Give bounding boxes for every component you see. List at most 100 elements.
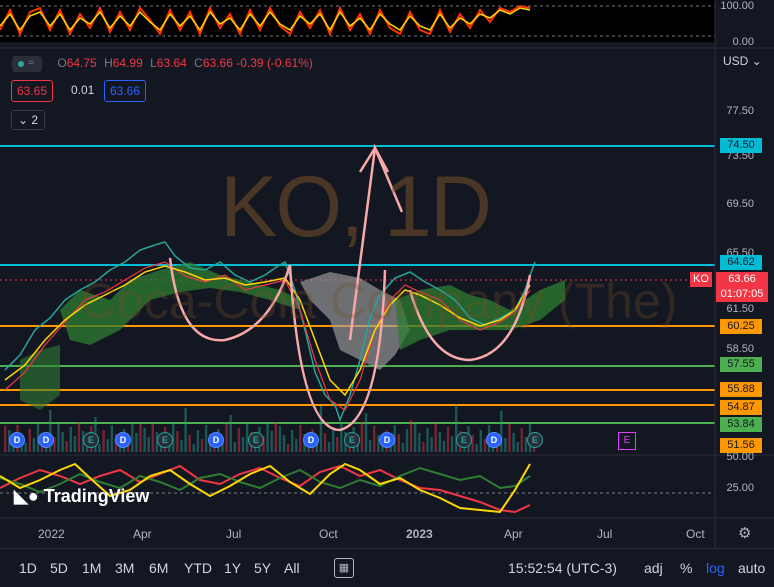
top-oscillator-pane bbox=[0, 0, 715, 42]
volume-bar bbox=[332, 428, 335, 452]
volume-bar bbox=[24, 443, 27, 452]
dividend-event-icon[interactable]: D bbox=[38, 432, 54, 448]
volume-bar bbox=[32, 438, 36, 452]
indicators-collapse-button[interactable]: ⌄ 2 bbox=[11, 110, 45, 130]
chevron-down-icon: ⌄ bbox=[17, 113, 29, 127]
volume-bar bbox=[430, 437, 433, 452]
visibility-toggle[interactable]: ≈ bbox=[12, 56, 42, 72]
level-tag: 53.84 bbox=[720, 417, 762, 432]
future-earnings-event-icon[interactable]: E bbox=[618, 432, 636, 450]
earnings-event-icon[interactable]: E bbox=[248, 432, 264, 448]
timeframe-1m[interactable]: 1M bbox=[82, 560, 101, 576]
volume-bar bbox=[278, 426, 282, 452]
level-tag: 60.25 bbox=[720, 319, 762, 334]
volume-bar bbox=[426, 428, 429, 452]
x-axis-label: Oct bbox=[686, 527, 705, 541]
volume-bar bbox=[4, 426, 7, 452]
timeframe-3m[interactable]: 3M bbox=[115, 560, 134, 576]
volume-bar bbox=[106, 439, 109, 452]
level-tag: 55.88 bbox=[720, 382, 762, 397]
dividend-event-icon[interactable]: D bbox=[379, 432, 395, 448]
settings-gear-icon[interactable]: ⚙ bbox=[738, 524, 751, 542]
volume-bar bbox=[282, 435, 286, 452]
volume-bar bbox=[446, 427, 450, 452]
volume-bar bbox=[196, 430, 200, 452]
volume-bar bbox=[323, 433, 327, 452]
volume-bar bbox=[110, 425, 113, 452]
high-label: H bbox=[104, 56, 113, 71]
x-axis-label: Jul bbox=[226, 527, 242, 541]
dividend-event-icon[interactable]: D bbox=[208, 432, 224, 448]
volume-bar bbox=[28, 429, 31, 452]
symbol-tag: KO bbox=[690, 272, 712, 287]
price-axis-label: 69.50 bbox=[726, 198, 754, 210]
volume-bar bbox=[397, 434, 400, 452]
chevron-down-icon: ⌄ bbox=[751, 54, 762, 68]
volume-bar bbox=[516, 442, 519, 452]
volume-bar bbox=[422, 442, 425, 452]
level-tag: 51.56 bbox=[720, 438, 762, 453]
volume-bar bbox=[274, 422, 277, 452]
volume-bar bbox=[139, 424, 142, 452]
timeframe-6m[interactable]: 6M bbox=[149, 560, 168, 576]
dividend-event-icon[interactable]: D bbox=[115, 432, 131, 448]
dividend-event-icon[interactable]: D bbox=[303, 432, 319, 448]
volume-bar bbox=[180, 440, 183, 452]
volume-bar bbox=[299, 425, 302, 452]
currency-selector[interactable]: USD ⌄ bbox=[723, 54, 762, 68]
volume-bar bbox=[241, 437, 245, 452]
log-toggle[interactable]: log bbox=[706, 560, 725, 576]
volume-bar bbox=[65, 441, 68, 452]
open-value: 64.75 bbox=[66, 56, 97, 71]
date-range-calendar-icon[interactable]: ▦ bbox=[334, 558, 354, 578]
level-tag: 57.55 bbox=[720, 357, 762, 372]
x-axis-label: Apr bbox=[133, 527, 152, 541]
volume-bar bbox=[184, 408, 187, 452]
percent-toggle[interactable]: % bbox=[680, 560, 692, 576]
volume-bar bbox=[237, 428, 241, 452]
tradingview-logo: ◣● TradingView bbox=[14, 486, 149, 507]
volume-bar bbox=[61, 432, 64, 452]
timeframe-1d[interactable]: 1D bbox=[19, 560, 37, 576]
volume-bar bbox=[479, 430, 482, 452]
timeframe-all[interactable]: All bbox=[284, 560, 300, 576]
earnings-event-icon[interactable]: E bbox=[456, 432, 472, 448]
earnings-event-icon[interactable]: E bbox=[527, 432, 543, 448]
dividend-event-icon[interactable]: D bbox=[486, 432, 502, 448]
timeframe-ytd[interactable]: YTD bbox=[184, 560, 212, 576]
volume-bar bbox=[368, 440, 372, 452]
x-axis-label: Apr bbox=[504, 527, 523, 541]
timeframe-5y[interactable]: 5Y bbox=[254, 560, 271, 576]
clock-timezone[interactable]: 15:52:54 (UTC-3) bbox=[508, 560, 617, 576]
close-label: C bbox=[194, 56, 203, 71]
company-watermark: Coca-Cola Company (The) bbox=[80, 273, 678, 329]
volume-bar bbox=[405, 429, 409, 452]
low-value: 63.64 bbox=[156, 56, 187, 71]
timeframe-1y[interactable]: 1Y bbox=[224, 560, 241, 576]
x-axis-label: 2023 bbox=[406, 527, 433, 541]
bottom-toolbar: 1D 5D 1M 3M 6M YTD 1Y 5Y All ▦ 15:52:54 … bbox=[0, 548, 774, 587]
adjust-toggle[interactable]: adj bbox=[644, 560, 663, 576]
volume-bar bbox=[135, 433, 138, 452]
volume-bar bbox=[98, 444, 101, 452]
earnings-event-icon[interactable]: E bbox=[83, 432, 99, 448]
level-tag: 54.87 bbox=[720, 400, 762, 415]
auto-toggle[interactable]: auto bbox=[738, 560, 765, 576]
volume-bar bbox=[57, 423, 60, 452]
volume-bar bbox=[225, 424, 228, 452]
dividend-event-icon[interactable]: D bbox=[9, 432, 25, 448]
last-price-value: 63.66 bbox=[728, 273, 756, 285]
buy-price-button[interactable]: 63.66 bbox=[104, 80, 147, 102]
x-axis-label: Oct bbox=[319, 527, 338, 541]
volume-bar bbox=[147, 437, 150, 452]
volume-bar bbox=[340, 423, 343, 452]
sell-price-button[interactable]: 63.65 bbox=[11, 80, 54, 102]
symbol-watermark: KO, 1D bbox=[220, 159, 492, 255]
volume-bar bbox=[291, 430, 294, 452]
timeframe-5d[interactable]: 5D bbox=[50, 560, 68, 576]
earnings-event-icon[interactable]: E bbox=[344, 432, 360, 448]
volume-bar bbox=[438, 432, 441, 452]
volume-bar bbox=[508, 424, 511, 452]
indicators-count: 2 bbox=[31, 113, 39, 127]
earnings-event-icon[interactable]: E bbox=[157, 432, 173, 448]
